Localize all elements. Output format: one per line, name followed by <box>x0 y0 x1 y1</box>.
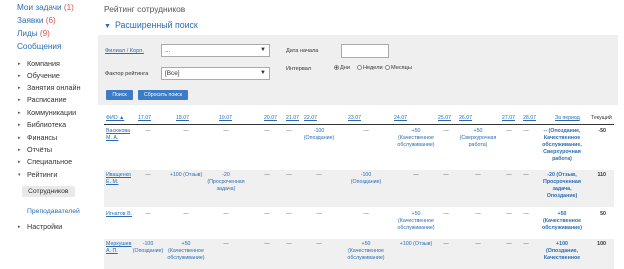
sidebar-subitem-employees[interactable]: Сотрудников <box>22 186 75 197</box>
sidebar-subitem-teachers[interactable]: Преподавателей <box>27 208 80 215</box>
header-date[interactable]: 27.07 <box>502 115 515 121</box>
chevron-right-icon: ▸ <box>18 110 21 116</box>
triangle-down-icon: ▼ <box>104 23 111 30</box>
header-date[interactable]: 23.07 <box>348 115 361 121</box>
table-row: Игнатов В. — — — — — — — +50 (Качественное обслужи… <box>104 209 614 237</box>
chevron-right-icon: ▸ <box>18 61 21 67</box>
header-period[interactable]: Зa период <box>555 115 580 121</box>
count-badge: (9) <box>39 29 50 38</box>
chevron-right-icon: ▸ <box>18 135 21 141</box>
branch-label[interactable]: Филиал / Корп. <box>105 48 144 54</box>
link-label: Сообщения <box>17 42 62 51</box>
table-row: Васюкова М. А. — — — — — -100 (Опоздание) — +50 (К… <box>104 126 614 169</box>
radio-icon <box>357 65 362 70</box>
item-label: Специальное <box>27 157 73 166</box>
radio-label: Дни <box>340 65 351 71</box>
link-label: Заявки <box>17 16 44 25</box>
chevron-right-icon: ▸ <box>18 122 21 128</box>
link-label: Мои задачи <box>17 3 62 12</box>
header-name-sort[interactable]: ФИО ▲ <box>106 115 124 121</box>
reset-search-button[interactable]: Сбросить поиск <box>138 90 188 100</box>
sidebar-item-finance[interactable]: ▸ Финансы <box>18 133 57 142</box>
caret-down-icon: ▼ <box>260 47 266 53</box>
chevron-right-icon: ▸ <box>18 147 21 153</box>
sidebar-link-my-tasks[interactable]: Мои задачи (1) <box>17 3 74 12</box>
header-date[interactable]: 17.07 <box>138 115 151 121</box>
header-date[interactable]: 21.07 <box>286 115 299 121</box>
interval-label: Интервал <box>286 66 312 72</box>
item-label: Рейтинги <box>27 170 58 179</box>
search-heading-label: Расширенный поиск <box>114 20 198 30</box>
sidebar-item-communications[interactable]: ▸ Коммуникации <box>18 108 76 117</box>
caret-down-icon: ▼ <box>260 70 266 76</box>
count-badge: (6) <box>45 16 56 25</box>
interval-radio-months[interactable]: Месяцы <box>385 65 412 71</box>
item-label: Настройки <box>27 222 63 231</box>
item-label: Библиотека <box>27 120 67 129</box>
search-button[interactable]: Поиск <box>106 90 133 100</box>
chevron-right-icon: ▸ <box>18 73 21 79</box>
chevron-right-icon: ▸ <box>18 97 21 103</box>
current-score-cell: 110 <box>597 172 606 178</box>
header-date[interactable]: 24.07 <box>394 115 407 121</box>
sidebar-item-education[interactable]: ▸ Обучение <box>18 71 60 80</box>
item-label: Расписание <box>27 95 67 104</box>
current-score-cell: 50 <box>600 211 606 217</box>
sidebar-item-schedule[interactable]: ▸ Расписание <box>18 95 67 104</box>
sidebar-item-settings[interactable]: ▸ Настройки <box>18 222 62 231</box>
current-score-cell: -50 <box>598 128 606 134</box>
item-label: Отчёты <box>27 145 53 154</box>
header-date[interactable]: 25.07 <box>438 115 451 121</box>
item-label: Обучение <box>27 71 60 80</box>
header-current: Текущий <box>591 115 612 121</box>
table-row: Иващенко Е. М. — +100 (Отзыв) -20 (Просрочен… <box>104 170 614 207</box>
link-label: Лиды <box>17 29 38 38</box>
count-badge: (1) <box>63 3 74 12</box>
chevron-down-icon: ▾ <box>18 172 21 178</box>
factor-select-value: [Все] <box>165 70 180 77</box>
chevron-right-icon: ▸ <box>18 159 21 165</box>
branch-select[interactable]: ... ▼ <box>161 44 270 57</box>
chevron-right-icon: ▸ <box>18 85 21 91</box>
item-label: Компания <box>27 59 60 68</box>
sidebar-item-online-classes[interactable]: ▸ Занятия онлайн <box>18 83 81 92</box>
chevron-right-icon: ▸ <box>18 224 21 230</box>
current-score-cell: 100 <box>597 241 606 247</box>
radio-label: Месяцы <box>391 65 412 71</box>
sidebar-item-ratings[interactable]: ▾ Рейтинги <box>18 170 57 179</box>
factor-label: Фактор рейтинга <box>105 71 149 77</box>
sidebar-link-messages[interactable]: Сообщения <box>17 42 61 51</box>
sidebar-link-requests[interactable]: Заявки (6) <box>17 16 56 25</box>
start-date-label: Дата начала <box>286 48 319 54</box>
branch-select-value: ... <box>165 47 171 54</box>
sidebar-item-company[interactable]: ▸ Компания <box>18 59 60 68</box>
item-label: Занятия онлайн <box>27 83 81 92</box>
sidebar-item-special[interactable]: ▸ Специальное <box>18 157 72 166</box>
header-date[interactable]: 28.07 <box>523 115 536 121</box>
header-divider <box>104 124 614 125</box>
page-title: Рейтинг сотрудников <box>104 4 186 14</box>
sidebar-item-library[interactable]: ▸ Библиотека <box>18 120 66 129</box>
sidebar-item-reports[interactable]: ▸ Отчёты <box>18 145 52 154</box>
item-label: Коммуникации <box>27 108 77 117</box>
header-date[interactable]: 19.07 <box>219 115 232 121</box>
sidebar-link-leads[interactable]: Лиды (9) <box>17 29 50 38</box>
sidebar: Мои задачи (1) Заявки (6) Лиды (9) Сообщ… <box>0 0 90 269</box>
search-toggle[interactable]: ▼ Расширенный поиск <box>104 20 198 30</box>
header-date[interactable]: 18.07 <box>176 115 189 121</box>
header-date[interactable]: 20.07 <box>264 115 277 121</box>
start-date-input[interactable] <box>341 44 389 58</box>
radio-label: Недели <box>363 65 383 71</box>
radio-icon <box>385 65 390 70</box>
factor-select[interactable]: [Все] ▼ <box>161 67 270 80</box>
item-label: Финансы <box>27 133 58 142</box>
table-row: Меркушев А. П. -100 (Опоздание) +50 (Качеств… <box>104 239 614 269</box>
header-date[interactable]: 26.07 <box>459 115 472 121</box>
interval-radio-days[interactable]: Дни <box>334 65 350 71</box>
interval-radio-weeks[interactable]: Недели <box>357 65 383 71</box>
radio-selected-icon <box>334 65 339 70</box>
header-date[interactable]: 22.07 <box>304 115 317 121</box>
search-panel: Филиал / Корп. ... ▼ Фактор рейтинга [Все… <box>98 35 618 105</box>
